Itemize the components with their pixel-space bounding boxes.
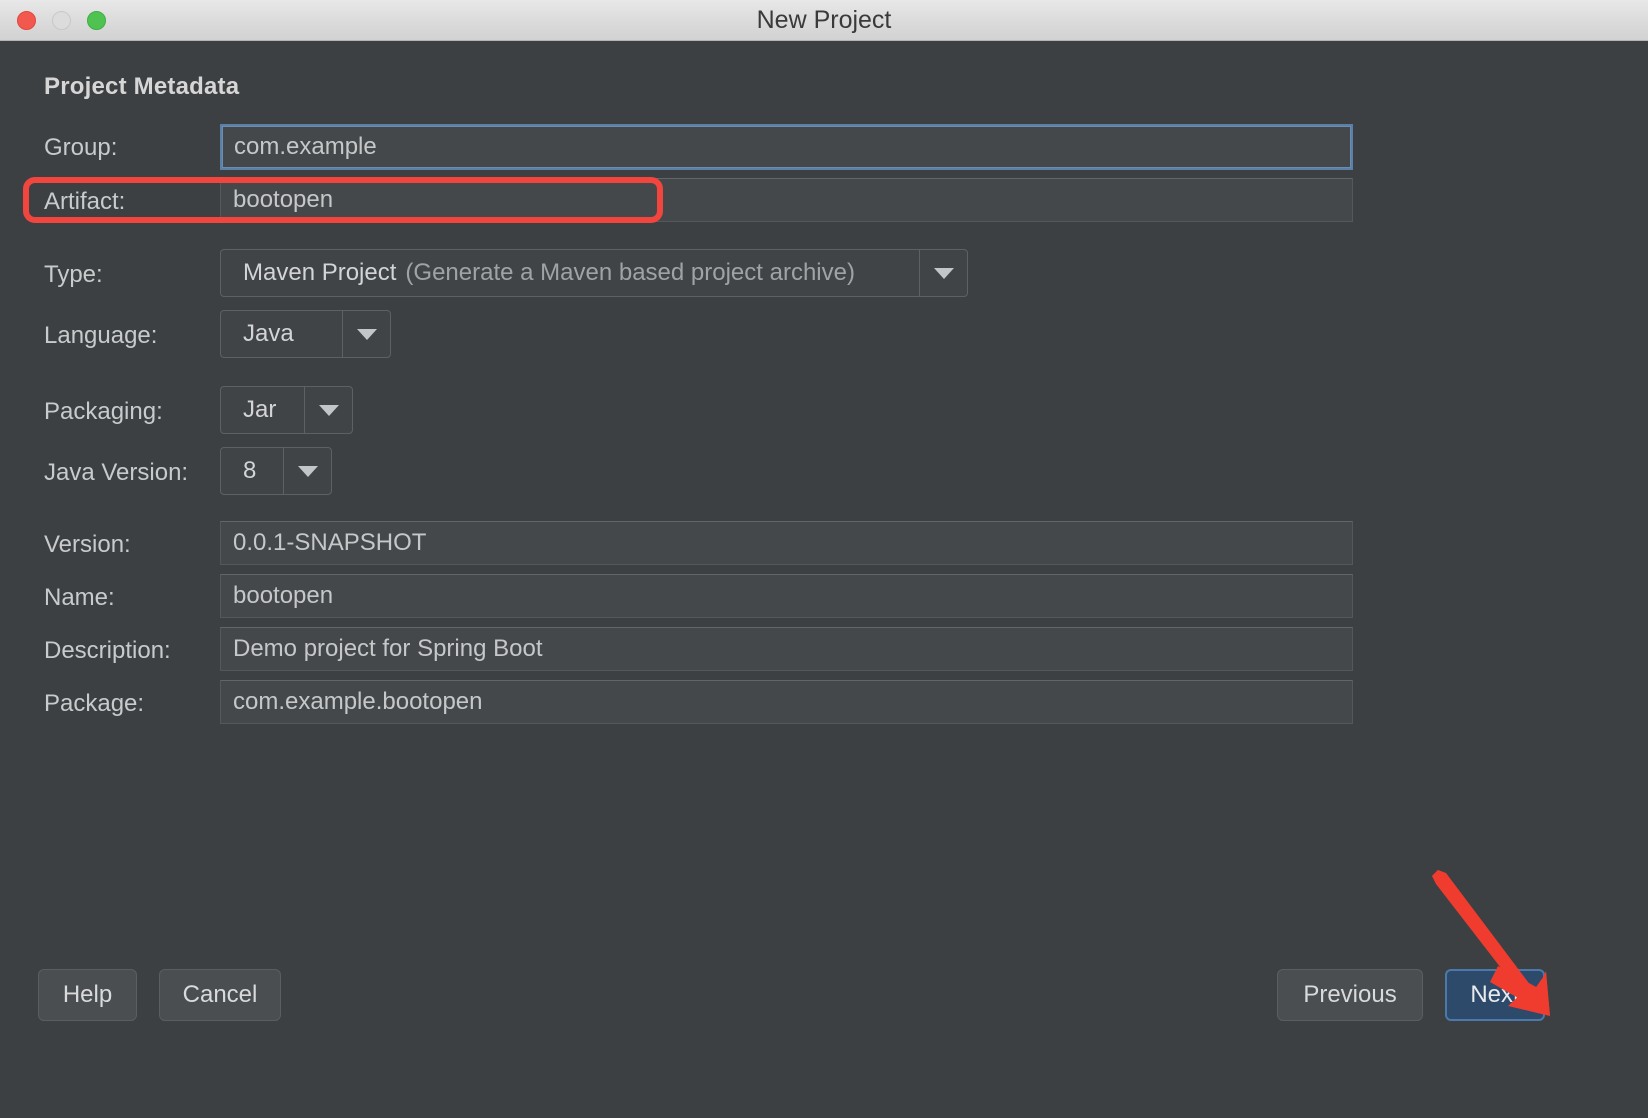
group-input[interactable]: com.example: [220, 124, 1353, 170]
chevron-down-icon: [934, 268, 954, 279]
java-version-combo-arrow-button[interactable]: [283, 448, 331, 494]
chevron-down-icon: [357, 329, 377, 340]
page-title: Project Metadata: [44, 73, 239, 101]
new-project-dialog: New Project Project Metadata Group: com.…: [0, 0, 1648, 1118]
language-combo[interactable]: Java: [220, 310, 391, 358]
label-type: Type:: [44, 261, 103, 289]
window-title: New Project: [0, 0, 1648, 40]
packaging-combo-arrow-button[interactable]: [304, 387, 352, 433]
description-input[interactable]: Demo project for Spring Boot: [220, 627, 1353, 671]
label-version: Version:: [44, 531, 131, 559]
label-package: Package:: [44, 690, 144, 718]
artifact-input[interactable]: bootopen: [220, 178, 1353, 222]
type-combo-value-main: Maven Project: [243, 259, 396, 287]
name-input[interactable]: bootopen: [220, 574, 1353, 618]
window-titlebar: New Project: [0, 0, 1648, 41]
packaging-combo[interactable]: Jar: [220, 386, 353, 434]
next-button[interactable]: Next: [1445, 969, 1545, 1021]
language-combo-arrow-button[interactable]: [342, 311, 390, 357]
chevron-down-icon: [298, 466, 318, 477]
java-version-combo[interactable]: 8: [220, 447, 332, 495]
package-input[interactable]: com.example.bootopen: [220, 680, 1353, 724]
label-packaging: Packaging:: [44, 398, 163, 426]
type-combo-value-hint: (Generate a Maven based project archive): [405, 259, 855, 287]
help-button[interactable]: Help: [38, 969, 137, 1021]
packaging-combo-value: Jar: [221, 387, 304, 433]
java-version-combo-value: 8: [221, 448, 283, 494]
version-input[interactable]: 0.0.1-SNAPSHOT: [220, 521, 1353, 565]
label-name: Name:: [44, 584, 115, 612]
label-language: Language:: [44, 322, 157, 350]
label-artifact: Artifact:: [44, 188, 125, 216]
label-description: Description:: [44, 637, 171, 665]
cancel-button[interactable]: Cancel: [159, 969, 281, 1021]
chevron-down-icon: [319, 405, 339, 416]
label-java-version: Java Version:: [44, 459, 188, 487]
type-combo[interactable]: Maven Project (Generate a Maven based pr…: [220, 249, 968, 297]
type-combo-value: Maven Project (Generate a Maven based pr…: [221, 250, 919, 296]
language-combo-value: Java: [221, 311, 342, 357]
previous-button[interactable]: Previous: [1277, 969, 1423, 1021]
label-group: Group:: [44, 134, 117, 162]
dialog-body: Project Metadata Group: com.example Arti…: [0, 41, 1648, 1118]
type-combo-arrow-button[interactable]: [919, 250, 967, 296]
